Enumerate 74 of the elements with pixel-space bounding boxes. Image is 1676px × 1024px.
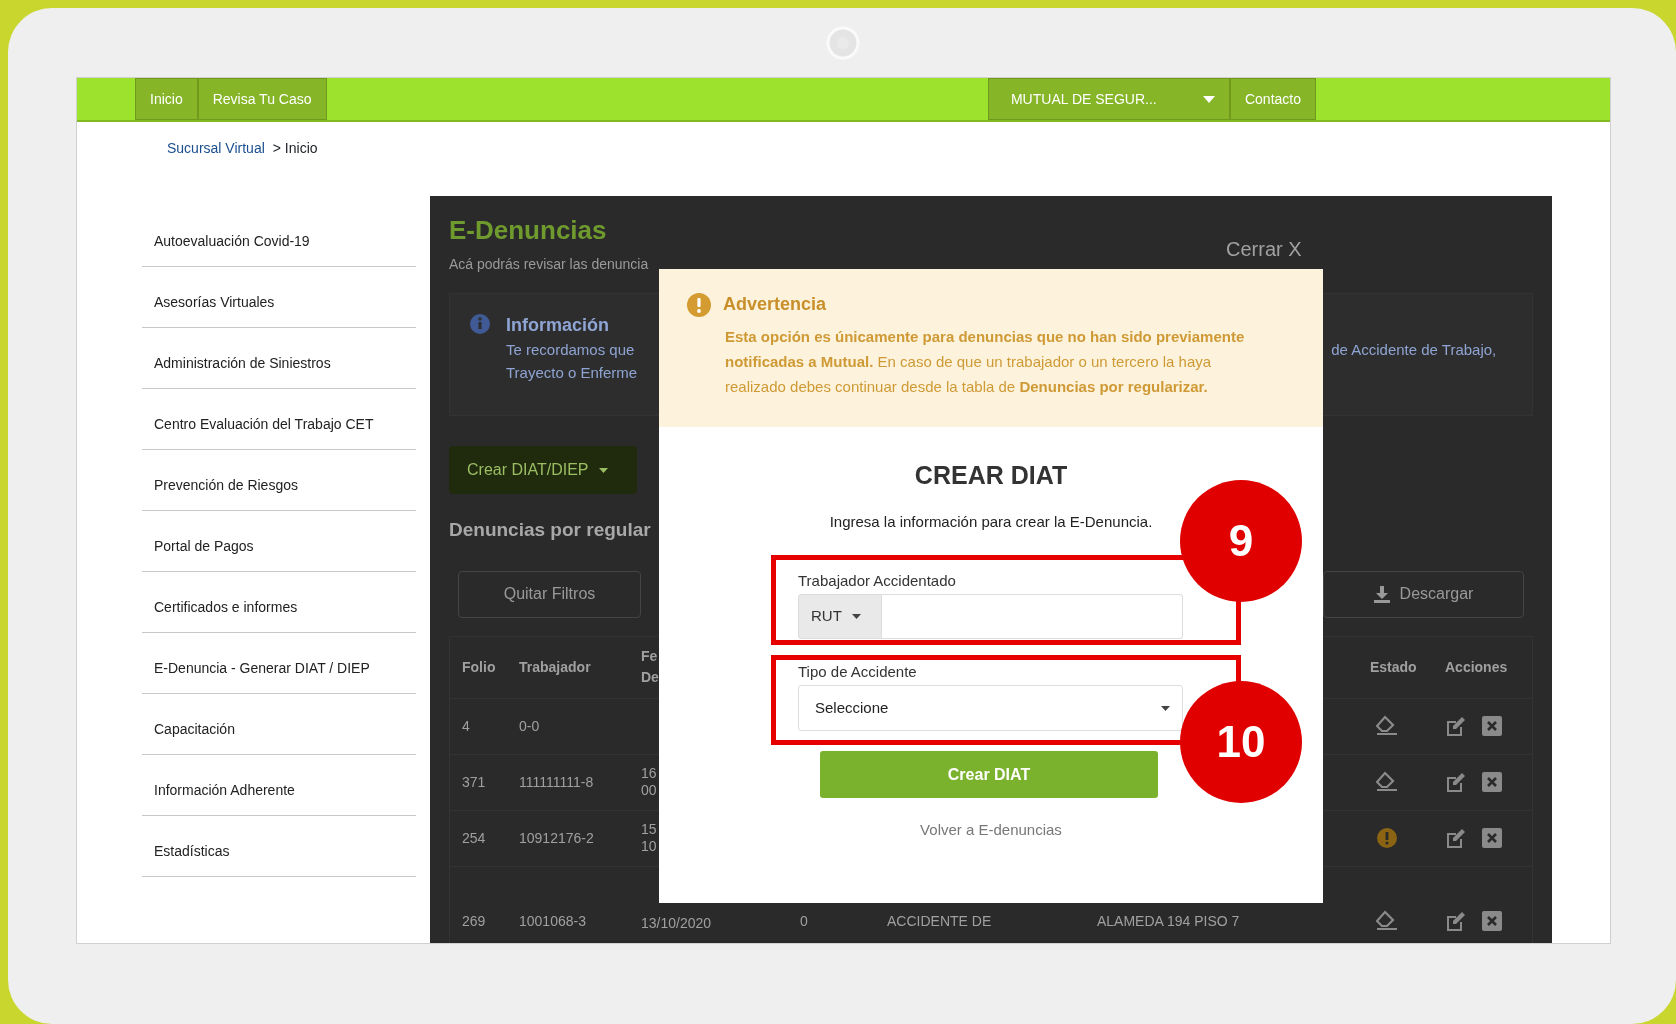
id-type-select[interactable]: RUT <box>798 594 882 639</box>
table-cell-text: 371 <box>462 772 487 792</box>
table-cell-text: ACCIDENTE DE <box>887 911 993 931</box>
column-header: Folio <box>462 657 497 677</box>
table-cell-text: 111111111-8 <box>519 772 595 792</box>
modal-subtitle: Ingresa la información para crear la E-Denuncia. <box>828 512 1154 532</box>
column-header: Estado <box>1370 657 1418 677</box>
sidebar-item[interactable]: Prevención de Riesgos <box>142 450 416 511</box>
download-icon <box>1373 585 1390 603</box>
back-link[interactable]: Volver a E-denuncias <box>920 820 1062 840</box>
table-cell-text: 13/10/2020 <box>641 914 713 932</box>
sidebar-item[interactable]: Autoevaluación Covid-19 <box>142 206 416 267</box>
table-cell-text: 254 <box>462 828 487 848</box>
info-icon <box>470 314 490 334</box>
warning-title: Advertencia <box>723 293 827 316</box>
rut-input-field[interactable] <box>882 594 1183 639</box>
page-title: E-Denuncias <box>449 214 607 247</box>
sidebar-item[interactable]: Asesorías Virtuales <box>142 267 416 328</box>
table-cell-text: 16 00 <box>641 765 658 799</box>
table-cell-text: 10912176-2 <box>519 828 595 848</box>
sidebar-item[interactable]: Centro Evaluación del Trabajo CET <box>142 389 416 450</box>
table-cell-text: 269 <box>462 911 487 931</box>
close-button[interactable]: Cerrar X <box>1226 234 1302 264</box>
breadcrumb-current: > Inicio <box>272 140 318 156</box>
close-square-icon <box>1482 715 1502 736</box>
table-cell-text: ALAMEDA 194 PISO 7 <box>1097 911 1241 931</box>
sidebar-item[interactable]: Estadísticas <box>142 816 416 877</box>
edit-icon <box>1445 827 1466 849</box>
table-cell-text: 15 10 <box>641 821 658 855</box>
close-square-icon <box>1482 771 1502 792</box>
column-header: Trabajador <box>519 657 592 677</box>
edit-icon <box>1445 715 1466 737</box>
eraser-icon <box>1376 715 1398 738</box>
table-cell-text: 0-0 <box>519 716 541 736</box>
modal-title: CREAR DIAT <box>913 460 1069 491</box>
step-number: 9 <box>1180 480 1302 602</box>
caret-icon <box>1202 95 1215 103</box>
sidebar-item[interactable]: Información Adherente <box>142 755 416 816</box>
edit-icon <box>1445 771 1466 793</box>
create-dropdown-button[interactable]: Crear DIAT/DIEP <box>449 446 637 494</box>
section-title: Denuncias por regular <box>449 518 651 542</box>
eraser-icon <box>1376 771 1398 794</box>
accident-type-select[interactable]: Seleccione <box>798 685 1183 731</box>
column-header: Fe De <box>641 647 660 687</box>
info-title: Información <box>506 314 610 337</box>
intro-text: Acá podrás revisar las denuncia <box>449 255 649 274</box>
column-header: Acciones <box>1445 657 1509 677</box>
info-text: de Accidente de Trabajo, <box>1331 340 1497 360</box>
warning-text: Esta opción es únicamente para denuncias que no han sido previamente notificadas a Mutual. En caso de que un trabajador o un tercero la haya realizado debes continuar desde la tabla de Denuncias por regularizar. <box>725 327 1246 397</box>
close-square-icon <box>1482 910 1502 931</box>
info-text: Trayecto o Enferme <box>506 362 638 383</box>
download-button[interactable]: Descargar <box>1323 570 1524 618</box>
sidebar-item[interactable]: E-Denuncia - Generar DIAT / DIEP <box>142 633 416 694</box>
warning-icon <box>687 292 711 317</box>
step-number: 10 <box>1180 681 1302 803</box>
sidebar-item[interactable]: Capacitación <box>142 694 416 755</box>
field-label: Trabajador Accidentado <box>798 571 956 591</box>
sidebar-item[interactable]: Portal de Pagos <box>142 511 416 572</box>
breadcrumb-link[interactable]: Sucursal Virtual <box>167 140 265 156</box>
close-square-icon <box>1482 827 1502 848</box>
sidebar-item[interactable]: Certificados e informes <box>142 572 416 633</box>
table-cell-text: 1001068-3 <box>519 911 587 931</box>
clear-filters-button[interactable]: Quitar Filtros <box>458 570 641 618</box>
caret-icon <box>1161 705 1170 711</box>
info-text: Te recordamos que <box>506 340 636 360</box>
table-cell-text: 4 <box>462 716 471 736</box>
caret-icon <box>598 467 608 473</box>
field-label: Tipo de Accidente <box>798 662 917 682</box>
caret-icon <box>851 614 861 619</box>
eraser-icon <box>1376 909 1398 932</box>
edit-icon <box>1445 910 1466 932</box>
warning-icon <box>1376 827 1398 850</box>
table-cell-text: 0 <box>800 911 809 931</box>
sidebar-item[interactable]: Administración de Siniestros <box>142 328 416 389</box>
